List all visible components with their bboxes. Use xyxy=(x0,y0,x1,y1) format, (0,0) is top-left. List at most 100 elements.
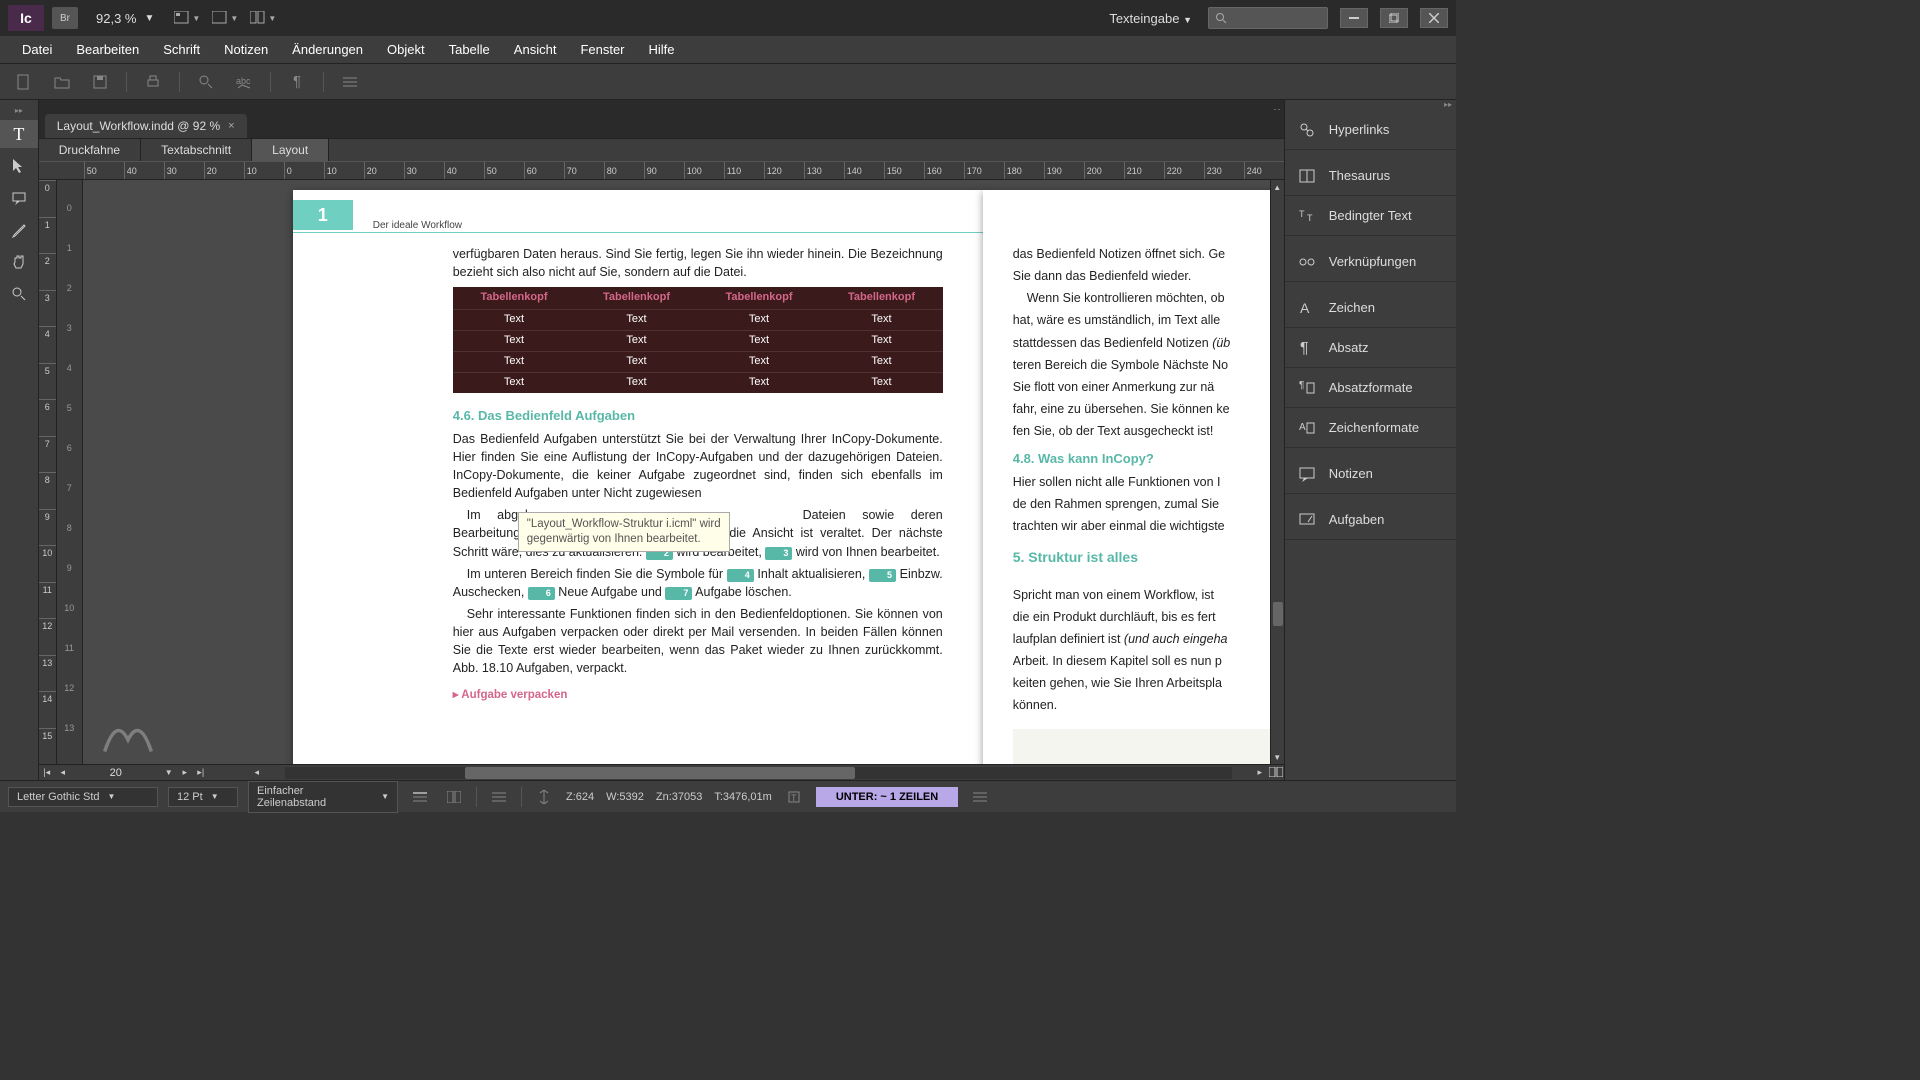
zoom-level[interactable]: 92,3 %▼ xyxy=(86,11,164,26)
scroll-down-icon[interactable]: ▼ xyxy=(1271,750,1284,764)
menu-lines-icon[interactable] xyxy=(968,787,992,807)
spellcheck-icon[interactable]: abc xyxy=(232,70,256,94)
horizontal-scrollbar[interactable] xyxy=(285,767,1232,779)
tool-palette: ▸▸ T xyxy=(0,100,39,780)
panel-hyperlinks[interactable]: Hyperlinks xyxy=(1285,110,1456,150)
menu-objekt[interactable]: Objekt xyxy=(375,42,437,57)
panel-icon xyxy=(1297,510,1317,530)
menu-hilfe[interactable]: Hilfe xyxy=(637,42,687,57)
body-text: fen Sie, ob der Text ausgecheckt ist! xyxy=(1013,422,1284,440)
menu-datei[interactable]: Datei xyxy=(10,42,64,57)
view-options-button[interactable]: ▼ xyxy=(172,6,202,30)
hand-tool[interactable] xyxy=(0,248,38,276)
panel-label: Notizen xyxy=(1329,466,1373,481)
body-text: Im unteren Bereich finden Sie die Symbol… xyxy=(453,565,943,601)
panel-label: Zeichenformate xyxy=(1329,420,1419,435)
menu-lines-icon[interactable] xyxy=(338,70,362,94)
arrange-button[interactable]: ▼ xyxy=(248,6,278,30)
menu-ansicht[interactable]: Ansicht xyxy=(502,42,569,57)
eyedropper-tool[interactable] xyxy=(0,216,38,244)
panel-notizen[interactable]: Notizen xyxy=(1285,454,1456,494)
panel-label: Hyperlinks xyxy=(1329,122,1390,137)
panel-thesaurus[interactable]: Thesaurus xyxy=(1285,156,1456,196)
menu-fenster[interactable]: Fenster xyxy=(568,42,636,57)
panel-zeichen[interactable]: AZeichen xyxy=(1285,288,1456,328)
bridge-button[interactable]: Br xyxy=(52,7,78,29)
panel-zeichenformate[interactable]: A Zeichenformate xyxy=(1285,408,1456,448)
heading-4-8: 4.8. Was kann InCopy? xyxy=(1013,450,1284,469)
text-line-numbers: 0123456789101112131415 xyxy=(57,180,83,764)
maximize-button[interactable] xyxy=(1380,8,1408,28)
print-icon[interactable] xyxy=(141,70,165,94)
next-page-icon[interactable]: ▸ xyxy=(177,767,193,778)
metric-w: W:5392 xyxy=(606,791,644,803)
svg-text:A: A xyxy=(1299,422,1306,433)
close-button[interactable] xyxy=(1420,8,1448,28)
zoom-tool[interactable] xyxy=(0,280,38,308)
menu-bearbeiten[interactable]: Bearbeiten xyxy=(64,42,151,57)
split-view-icon[interactable] xyxy=(1268,767,1284,779)
minimize-button[interactable] xyxy=(1340,8,1368,28)
panel-bedingter text[interactable]: TTBedingter Text xyxy=(1285,196,1456,236)
panel-aufgaben[interactable]: Aufgaben xyxy=(1285,500,1456,540)
view-tab-layout[interactable]: Layout xyxy=(252,139,329,161)
leading-combo[interactable]: Einfacher Zeilenabstand▼ xyxy=(248,781,398,813)
scroll-thumb[interactable] xyxy=(465,767,855,779)
menu-notizen[interactable]: Notizen xyxy=(212,42,280,57)
vertical-ruler: 0123456789101112131415 xyxy=(39,180,57,764)
chevron-down-icon: ▼ xyxy=(1183,15,1192,25)
svg-text:A: A xyxy=(1300,300,1310,316)
prev-page-icon[interactable]: ◂ xyxy=(55,767,71,778)
body-text: trachten wir aber einmal die wichtigste xyxy=(1013,517,1284,535)
scroll-thumb[interactable] xyxy=(1273,602,1283,626)
type-tool[interactable]: T xyxy=(0,120,38,148)
copyfit-icon[interactable]: T xyxy=(782,787,806,807)
panel-icon xyxy=(1297,464,1317,484)
collapse-icon[interactable]: ▸▸ xyxy=(1285,100,1456,110)
copyfit-status: UNTER: ~ 1 ZEILEN xyxy=(816,787,958,807)
hscroll-right-icon[interactable]: ▸ xyxy=(1252,767,1268,778)
save-icon[interactable] xyxy=(88,70,112,94)
position-tool[interactable] xyxy=(0,152,38,180)
document-tab[interactable]: Layout_Workflow.indd @ 92 %× xyxy=(45,114,247,138)
panel-absatzformate[interactable]: ¶Absatzformate xyxy=(1285,368,1456,408)
find-icon[interactable] xyxy=(194,70,218,94)
vertical-scrollbar[interactable]: ▲ ▼ xyxy=(1270,180,1284,764)
first-page-icon[interactable]: |◂ xyxy=(39,767,55,778)
svg-text:T: T xyxy=(1307,213,1313,223)
panel-icon: A xyxy=(1297,298,1317,318)
columns-icon[interactable] xyxy=(442,787,466,807)
panel-verknüpfungen[interactable]: Verknüpfungen xyxy=(1285,242,1456,282)
workspace-mode[interactable]: Texteingabe ▼ xyxy=(1101,11,1200,26)
scroll-up-icon[interactable]: ▲ xyxy=(1271,180,1284,194)
body-text: Arbeit. In diesem Kapitel soll es nun p xyxy=(1013,652,1284,670)
align-left-icon[interactable] xyxy=(408,787,432,807)
size-combo[interactable]: 12 Pt▼ xyxy=(168,787,238,807)
pilcrow-icon[interactable]: ¶ xyxy=(285,70,309,94)
open-icon[interactable] xyxy=(50,70,74,94)
justify-icon[interactable] xyxy=(487,787,511,807)
depth-icon[interactable] xyxy=(532,787,556,807)
canvas[interactable]: 1 Der ideale Workflow verfügbaren Daten … xyxy=(83,180,1284,764)
last-page-icon[interactable]: ▸| xyxy=(193,767,209,778)
view-tab-druckfahne[interactable]: Druckfahne xyxy=(39,139,141,161)
svg-text:¶: ¶ xyxy=(1299,380,1304,391)
menu-tabelle[interactable]: Tabelle xyxy=(437,42,502,57)
new-doc-icon[interactable] xyxy=(12,70,36,94)
mode-label: Texteingabe xyxy=(1109,11,1179,26)
font-combo[interactable]: Letter Gothic Std▼ xyxy=(8,787,158,807)
page-dropdown-icon[interactable]: ▼ xyxy=(161,768,177,777)
collapse-icon[interactable]: ▸▸ xyxy=(0,106,38,116)
panel-absatz[interactable]: ¶Absatz xyxy=(1285,328,1456,368)
tooltip: "Layout_Workflow-Struktur i.icml" wird g… xyxy=(518,512,730,552)
close-tab-icon[interactable]: × xyxy=(228,120,234,132)
screen-mode-button[interactable]: ▼ xyxy=(210,6,240,30)
view-tab-textabschnitt[interactable]: Textabschnitt xyxy=(141,139,252,161)
search-input[interactable] xyxy=(1208,7,1328,29)
menu-aenderungen[interactable]: Änderungen xyxy=(280,42,375,57)
menu-schrift[interactable]: Schrift xyxy=(151,42,212,57)
note-tool[interactable] xyxy=(0,184,38,212)
svg-text:T: T xyxy=(791,793,797,803)
page-number-field[interactable]: 20 xyxy=(71,767,161,779)
hscroll-left-icon[interactable]: ◂ xyxy=(249,767,265,778)
